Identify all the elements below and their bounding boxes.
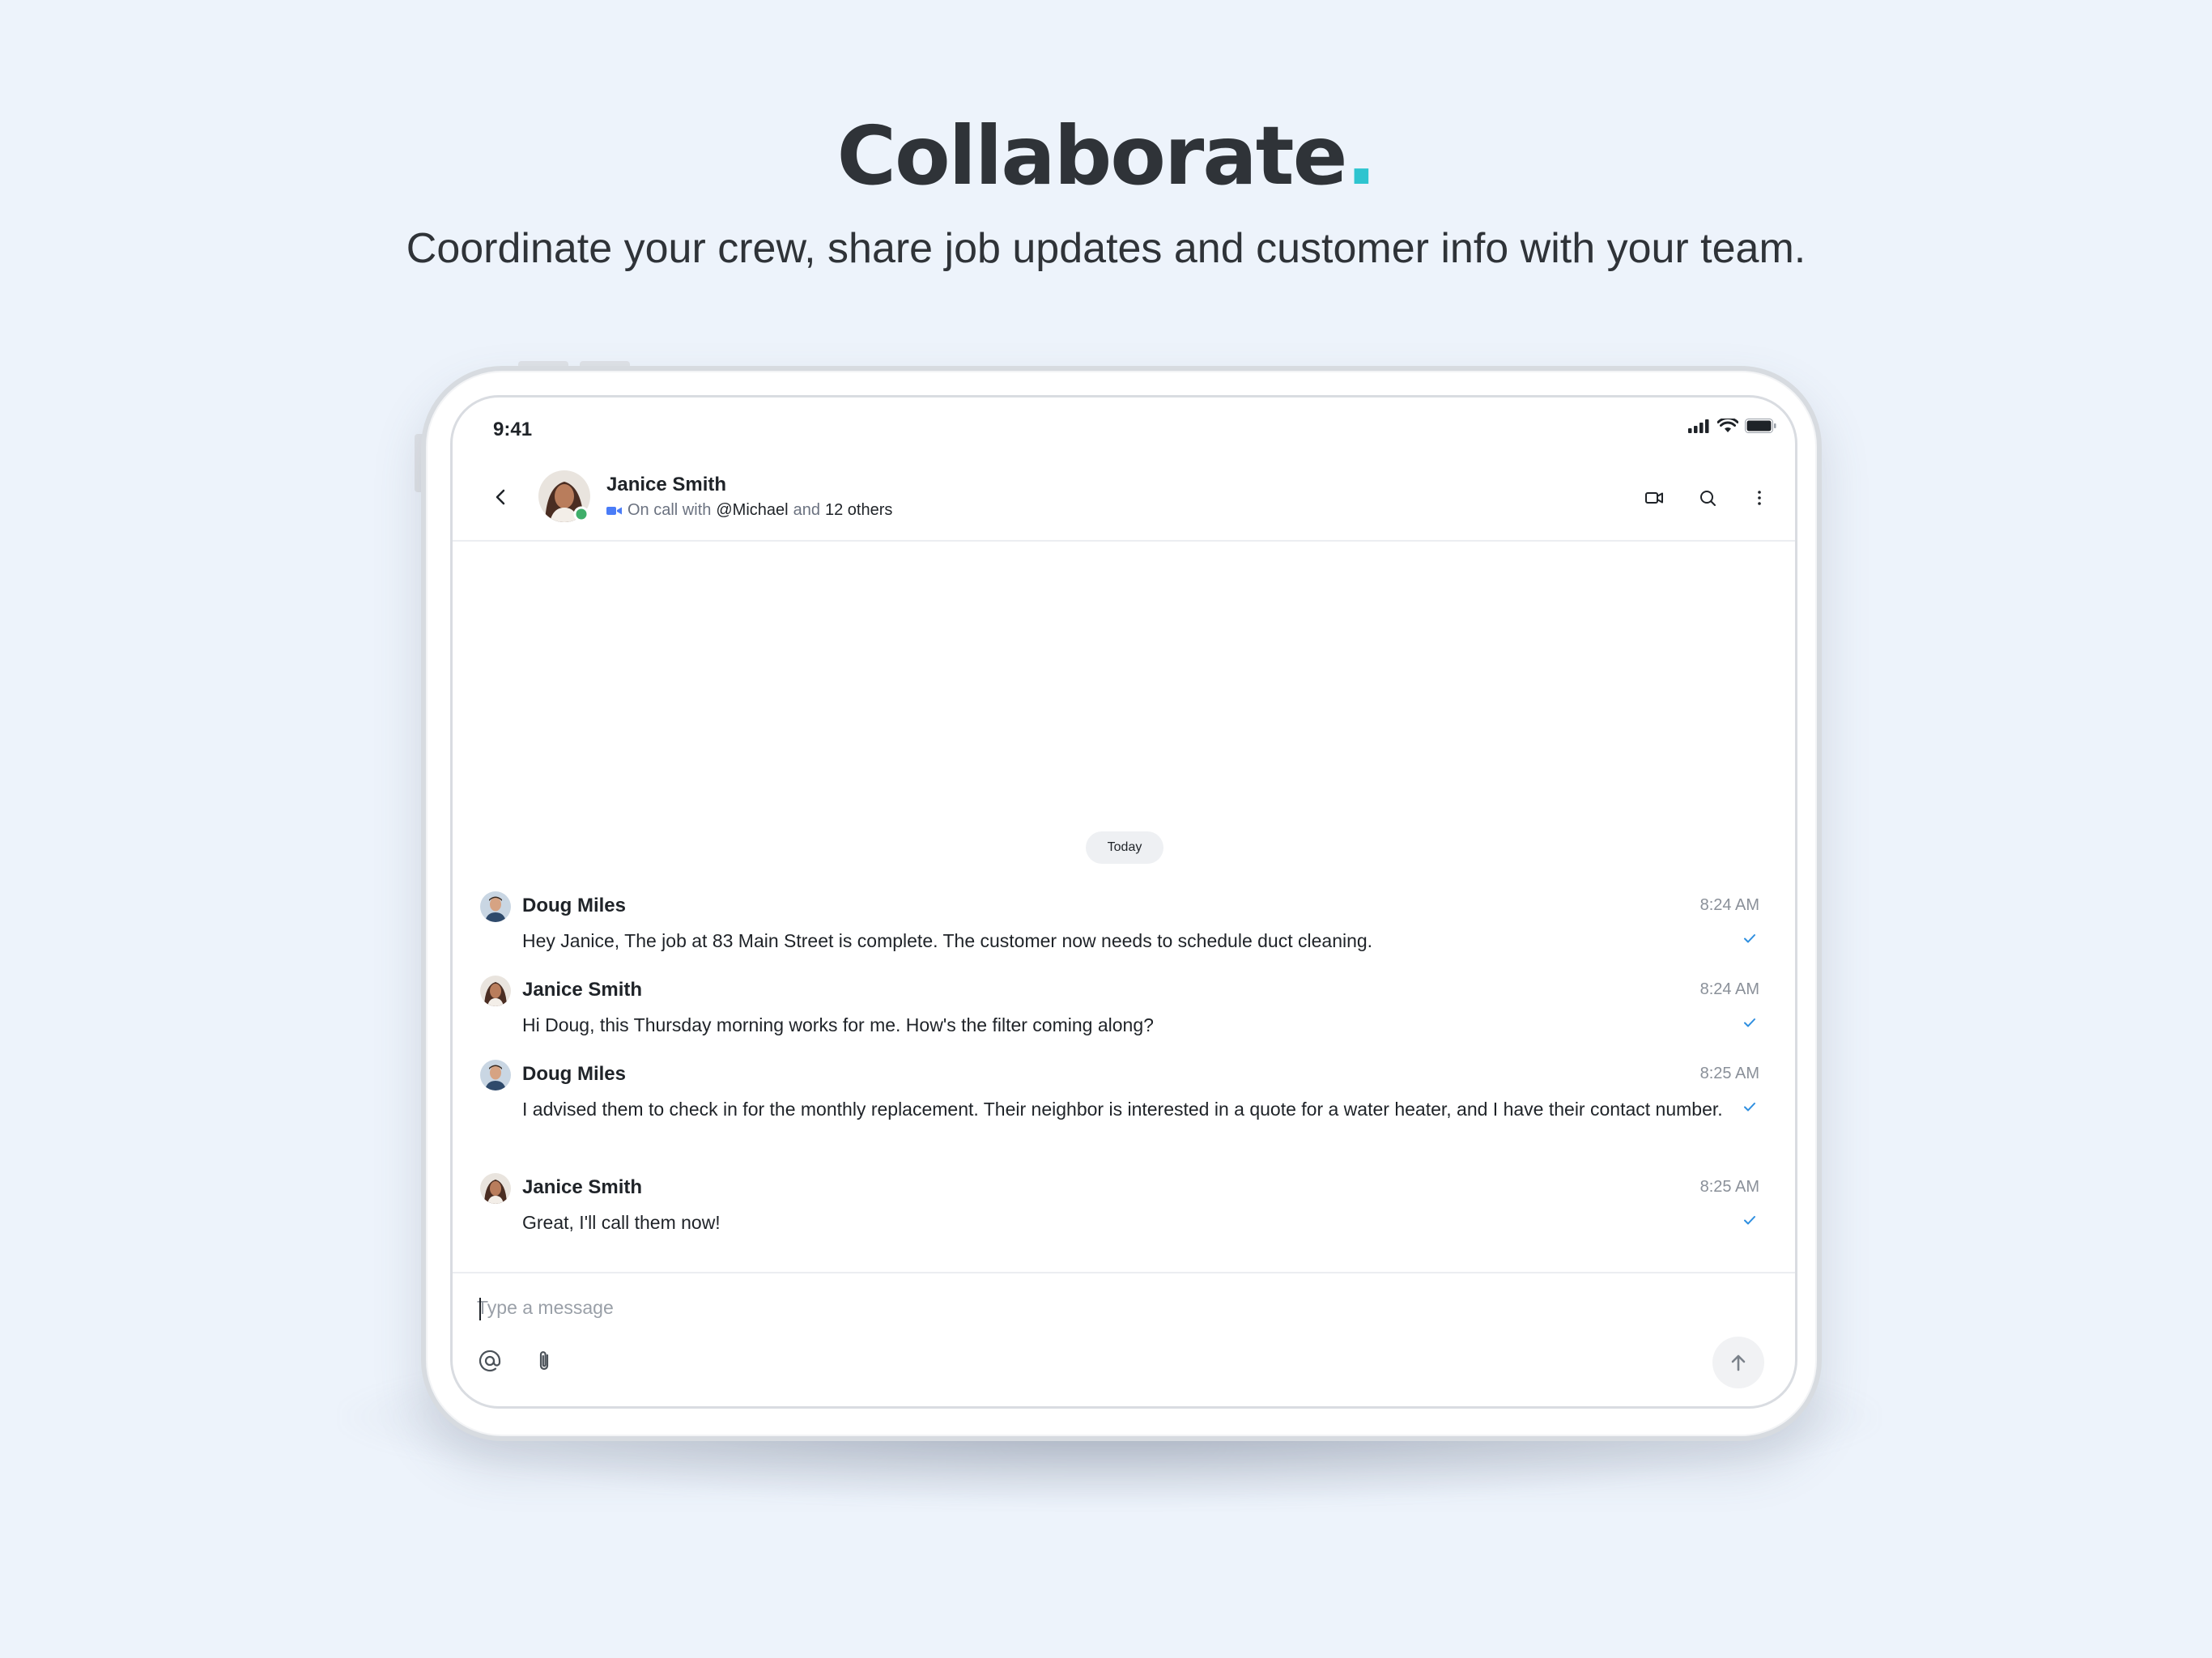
message-text: Great, I'll call them now! [522,1212,721,1233]
read-check-icon [1744,1216,1755,1225]
wifi-icon [1717,419,1738,432]
avatar[interactable] [538,470,590,522]
hero-subtitle: Coordinate your crew, share job updates … [406,225,1806,272]
date-divider: Today [1086,831,1163,864]
call-others[interactable]: 12 others [825,501,892,520]
video-call-status-icon [606,506,622,515]
read-check-icon [1744,934,1755,943]
mention-icon[interactable] [475,1346,504,1375]
composer [453,1272,1795,1406]
message-time: 8:25 AM [1699,1065,1759,1082]
message-time: 8:24 AM [1699,980,1759,998]
read-check-icon [1744,1018,1755,1027]
avatar[interactable] [480,976,511,1006]
hero-title-dot: . [1346,108,1376,203]
status-bar: 9:41 [453,397,1795,454]
chat-title: Janice Smith [606,474,727,495]
message-text: Hey Janice, The job at 83 Main Street is… [522,930,1373,951]
search-icon[interactable] [1693,483,1722,512]
call-joiner: and [793,501,820,519]
message-sender: Doug Miles [522,895,627,916]
hero-title: Collaborate. [0,112,2212,201]
signal-icon [1688,419,1709,433]
message-sender: Doug Miles [522,1063,627,1085]
call-status-prefix: On call with [627,501,712,519]
status-icons [1688,419,1777,433]
avatar[interactable] [480,1173,511,1204]
call-mention[interactable]: @Michael [716,501,788,520]
battery-icon [1745,419,1776,433]
text-cursor [479,1298,481,1320]
send-arrow-icon [1731,1354,1746,1371]
message-text: Hi Doug, this Thursday morning works for… [522,1014,1154,1035]
video-call-icon[interactable] [1640,483,1669,512]
message-input[interactable] [477,1290,1206,1325]
message-time: 8:24 AM [1699,896,1759,914]
hero-title-text: Collaborate [836,108,1348,203]
chat-header: Janice Smith On call with @Michael and 1… [453,454,1795,542]
tablet-screen: 9:41 Janice Smith On call with @Michael … [450,395,1797,1409]
back-icon[interactable] [488,485,513,509]
send-button[interactable] [1712,1337,1764,1388]
read-check-icon [1744,1103,1755,1112]
more-vertical-icon[interactable] [1745,483,1774,512]
avatar[interactable] [480,891,511,922]
message-text: I advised them to check in for the month… [522,1099,1723,1120]
status-time: 9:41 [493,419,533,440]
avatar[interactable] [480,1060,511,1090]
message-sender: Janice Smith [522,979,643,1001]
call-status: On call with @Michael and 12 others [606,501,892,520]
attachment-icon[interactable] [530,1346,559,1375]
message-time: 8:25 AM [1699,1178,1759,1196]
message-sender: Janice Smith [522,1176,643,1198]
